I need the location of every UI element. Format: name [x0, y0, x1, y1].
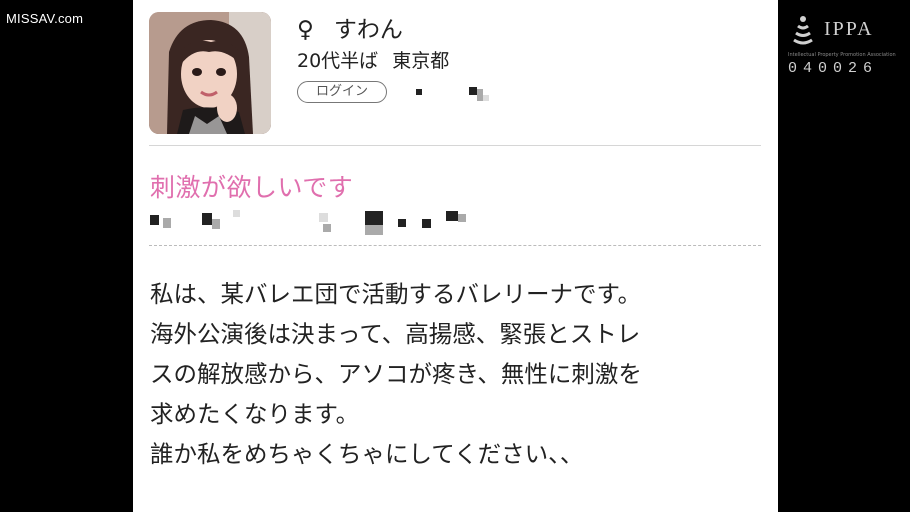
post-body-line: 誰か私をめちゃくちゃにしてください、、 — [150, 440, 584, 468]
avatar[interactable] — [149, 12, 271, 134]
header-divider — [149, 145, 761, 146]
profile-location: 東京都 — [392, 50, 450, 72]
login-status-badge: ログイン — [297, 81, 387, 103]
profile-name-row: ♀ すわん — [297, 10, 403, 44]
ippa-logo-text: IPPA — [824, 18, 874, 40]
profile-age: 20代半ば — [297, 50, 379, 72]
headline-divider — [149, 245, 761, 246]
post-body-line: スの解放感から、アソコが疼き、無性に刺激を — [150, 360, 642, 388]
site-watermark: MISSAV.com — [6, 11, 84, 26]
post-body: 私は、某バレエ団で活動するバレリーナです。 海外公演後は決まって、高揚感、緊張と… — [150, 274, 765, 474]
ippa-badge: IPPA Intellectual Property Promotion Ass… — [788, 12, 900, 78]
profile-card: ♀ すわん 20代半ば 東京都 ログイン 刺激が欲しいです 私は、某バレエ団で活動す… — [133, 0, 778, 512]
avatar-image — [149, 12, 271, 134]
ippa-logo-icon — [793, 16, 813, 45]
post-body-line: 私は、某バレエ団で活動するバレリーナです。 — [150, 280, 642, 308]
post-headline: 刺激が欲しいです — [150, 173, 354, 202]
post-body-line: 求めたくなります。 — [150, 400, 360, 428]
profile-name: すわん — [333, 17, 403, 43]
ippa-subtitle: Intellectual Property Promotion Associat… — [788, 52, 896, 58]
profile-meta: 20代半ば 東京都 — [297, 46, 449, 73]
post-body-line: 海外公演後は決まって、高揚感、緊張とストレ — [150, 320, 641, 348]
ippa-code: 040026 — [788, 60, 879, 77]
female-icon: ♀ — [297, 17, 314, 43]
